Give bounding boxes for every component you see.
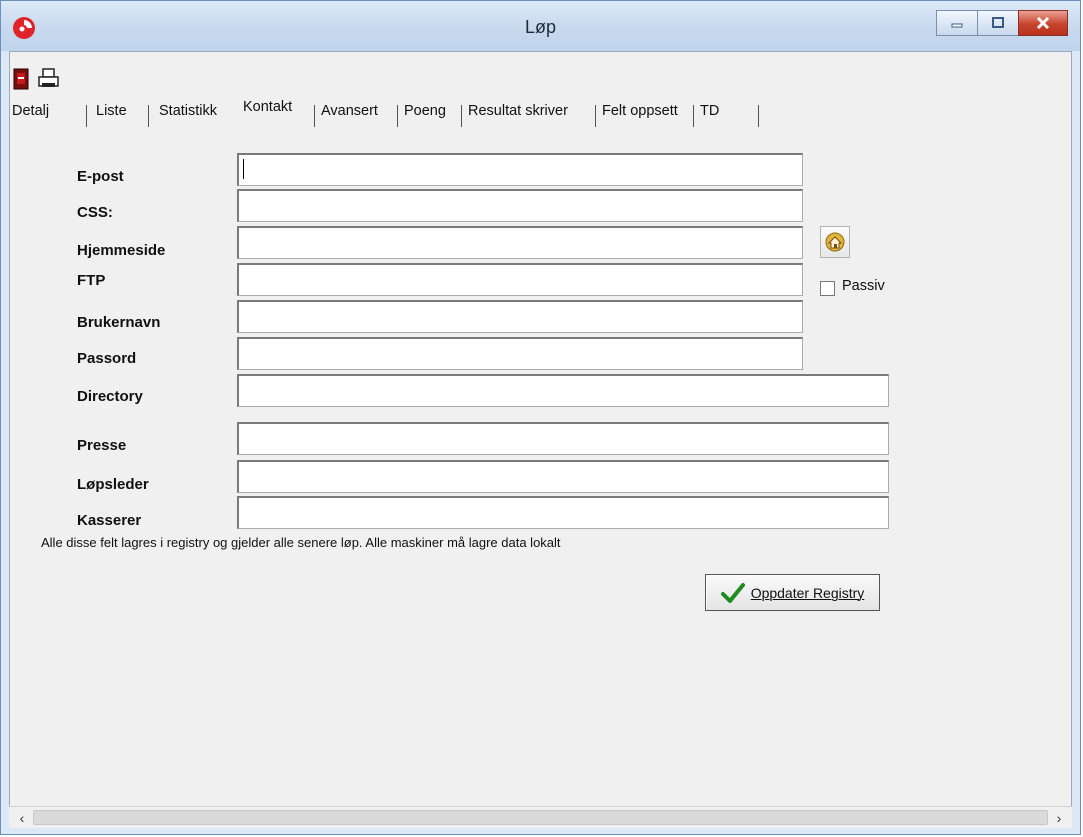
close-icon	[1036, 16, 1050, 30]
passiv-checkbox[interactable]	[820, 281, 835, 296]
tab-kontakt[interactable]: Kontakt	[243, 99, 293, 115]
lopsleder-field[interactable]	[237, 460, 889, 493]
tab-liste[interactable]: Liste	[96, 103, 127, 119]
tab-separator	[595, 105, 596, 127]
text-caret	[243, 159, 244, 179]
ftp-field[interactable]	[237, 263, 803, 296]
directory-label: Directory	[77, 388, 143, 405]
window: Løp Detalj Liste Statistikk Kontakt Avan…	[0, 0, 1081, 835]
close-button[interactable]	[1018, 10, 1068, 36]
passiv-label: Passiv	[842, 278, 885, 294]
window-controls	[936, 10, 1068, 36]
exit-door-icon[interactable]	[13, 68, 29, 90]
scroll-right-icon[interactable]: ›	[1048, 807, 1070, 829]
client-area: Detalj Liste Statistikk Kontakt Avansert…	[9, 51, 1072, 828]
tab-separator	[758, 105, 759, 127]
css-field[interactable]	[237, 189, 803, 222]
tab-separator	[693, 105, 694, 127]
checkmark-icon	[720, 582, 745, 603]
passord-label: Passord	[77, 350, 137, 367]
presse-field[interactable]	[237, 422, 889, 455]
printer-icon[interactable]	[37, 68, 61, 90]
tab-detalj[interactable]: Detalj	[12, 103, 49, 119]
brukernavn-field[interactable]	[237, 300, 803, 333]
tab-statistikk[interactable]: Statistikk	[159, 103, 217, 119]
update-registry-button[interactable]: Oppdater Registry	[705, 574, 880, 611]
tab-separator	[148, 105, 149, 127]
epost-label: E-post	[77, 168, 124, 185]
tab-poeng[interactable]: Poeng	[404, 103, 446, 119]
ftp-label: FTP	[77, 272, 106, 289]
tab-separator	[86, 105, 87, 127]
kasserer-field[interactable]	[237, 496, 889, 529]
css-label: CSS:	[77, 204, 113, 221]
maximize-button[interactable]	[977, 10, 1019, 36]
tab-avansert[interactable]: Avansert	[321, 103, 378, 119]
tab-td[interactable]: TD	[700, 103, 719, 119]
directory-field[interactable]	[237, 374, 889, 407]
tab-separator	[461, 105, 462, 127]
hjemmeside-label: Hjemmeside	[77, 242, 166, 259]
window-title: Løp	[524, 17, 557, 37]
scroll-thumb[interactable]	[33, 810, 1048, 825]
tab-separator	[397, 105, 398, 127]
kasserer-label: Kasserer	[77, 512, 142, 529]
presse-label: Presse	[77, 437, 127, 454]
title-bar[interactable]: Løp	[1, 1, 1080, 51]
maximize-icon	[992, 17, 1004, 28]
update-registry-label: Oppdater Registry	[750, 584, 865, 601]
registry-note: Alle disse felt lagres i registry og gje…	[41, 535, 561, 550]
hjemmeside-field[interactable]	[237, 226, 803, 259]
tab-resultat-skriver[interactable]: Resultat skriver	[468, 103, 568, 119]
passord-field[interactable]	[237, 337, 803, 370]
epost-field[interactable]	[237, 153, 803, 186]
minimize-icon	[951, 23, 963, 28]
open-homepage-button[interactable]	[820, 226, 850, 258]
tab-separator	[314, 105, 315, 127]
minimize-button[interactable]	[936, 10, 978, 36]
home-icon	[825, 232, 845, 252]
brukernavn-label: Brukernavn	[77, 314, 161, 331]
lopsleder-label: Løpsleder	[77, 476, 149, 493]
tab-felt-oppsett[interactable]: Felt oppsett	[602, 103, 678, 119]
scroll-left-icon[interactable]: ‹	[11, 807, 33, 829]
horizontal-scrollbar[interactable]: ‹ ›	[9, 806, 1072, 828]
